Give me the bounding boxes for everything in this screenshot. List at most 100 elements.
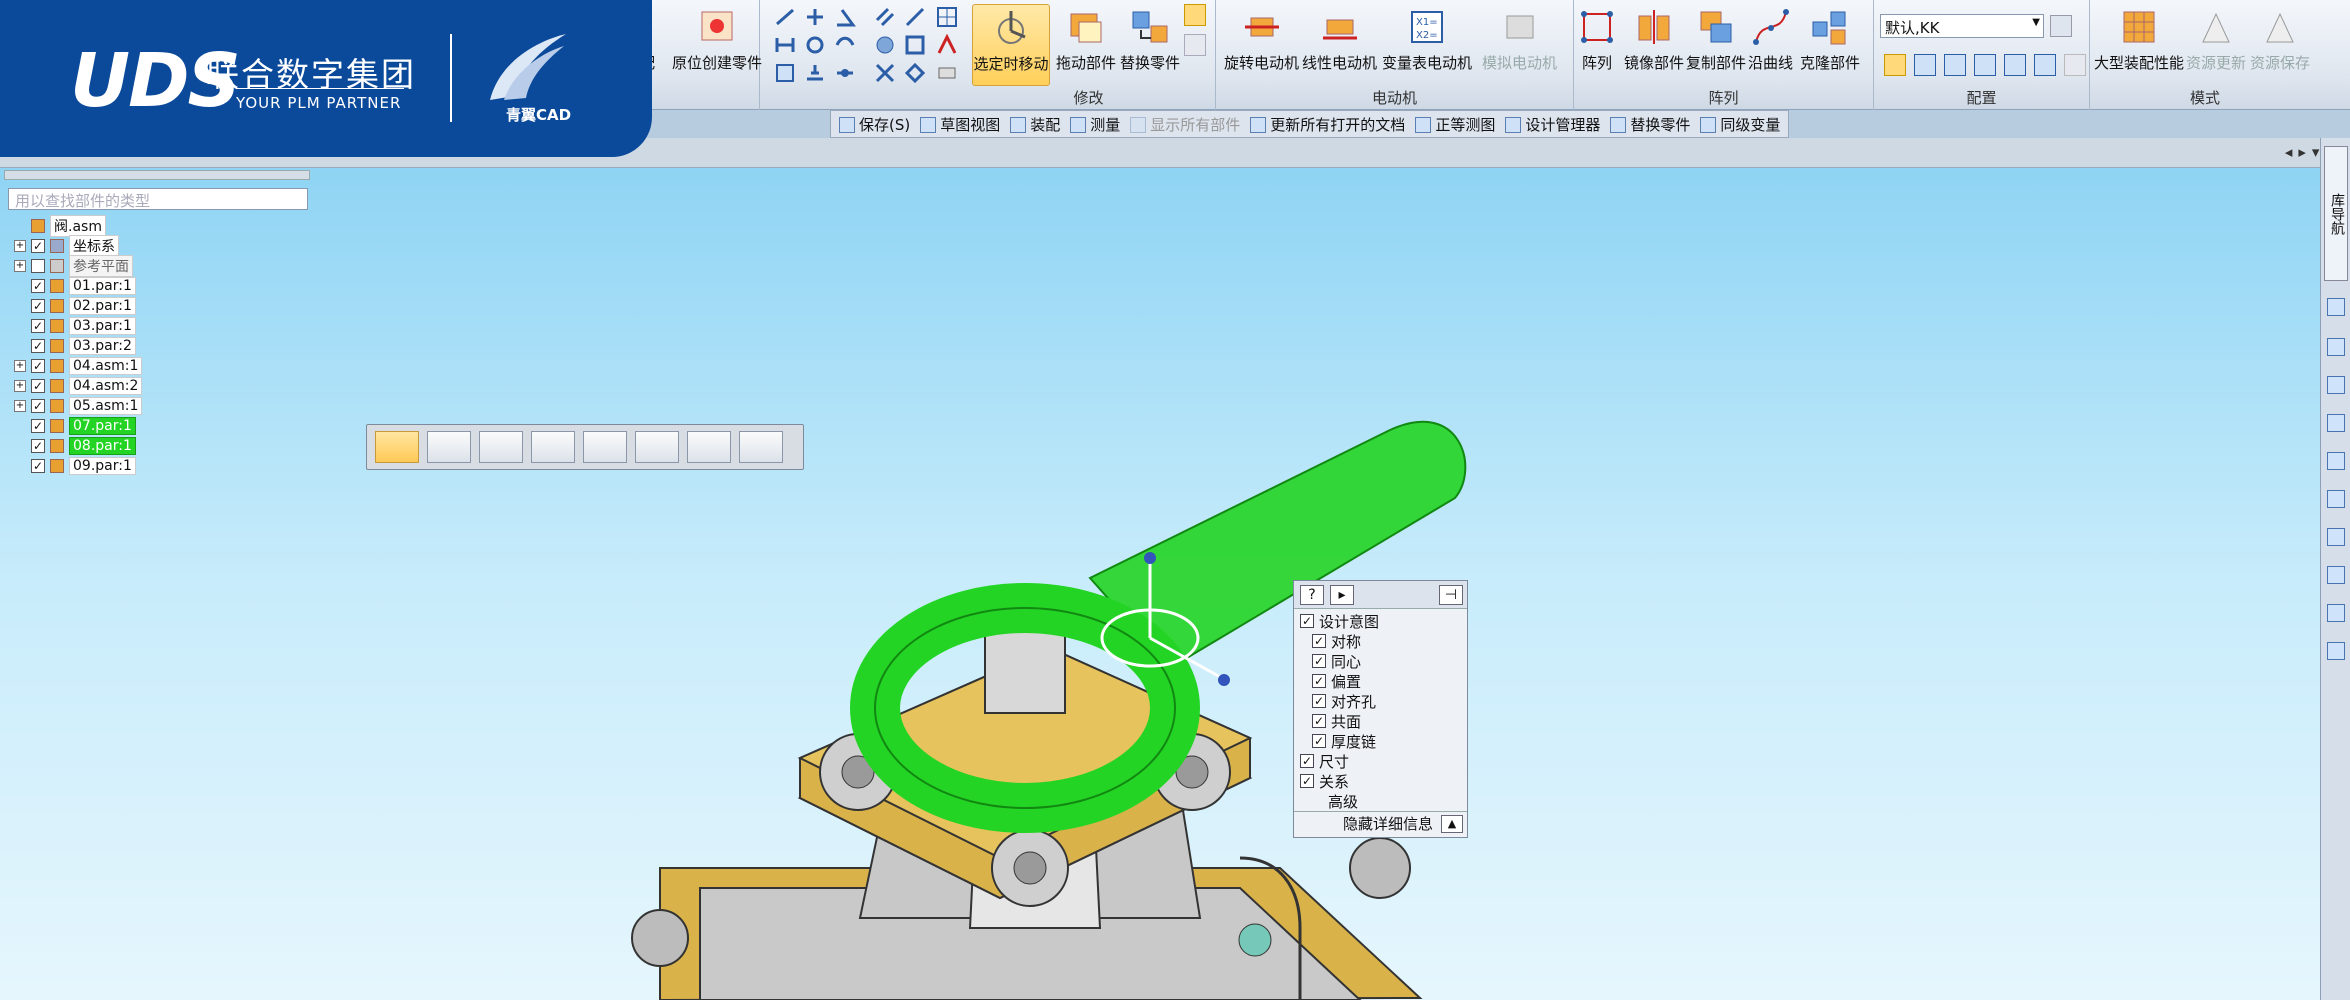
pane-splitter[interactable] <box>4 170 310 180</box>
checkbox[interactable] <box>31 258 45 273</box>
expand-icon[interactable]: + <box>14 239 26 252</box>
config-disabled-icon[interactable] <box>2064 54 2086 76</box>
gear-icon[interactable] <box>2327 642 2345 660</box>
filter-icon[interactable] <box>2034 54 2056 76</box>
update-all-docs-button[interactable]: 更新所有打开的文档 <box>1250 114 1405 135</box>
checkbox[interactable]: ✓ <box>31 438 45 453</box>
checkbox[interactable]: ✓ <box>1300 754 1314 768</box>
parallel-icon[interactable] <box>874 6 896 28</box>
checkbox[interactable]: ✓ <box>31 318 45 333</box>
3d-viewport[interactable] <box>0 168 2320 1000</box>
tree-row[interactable]: ✓ 08.par:1 <box>14 436 136 455</box>
config-new-icon[interactable] <box>1914 54 1936 76</box>
checkbox[interactable]: ✓ <box>31 278 45 293</box>
edit-definition-icon[interactable] <box>1184 4 1206 26</box>
intent-relations-row[interactable]: ✓ 关系 <box>1300 771 1349 791</box>
valve-model[interactable] <box>0 168 2320 1000</box>
tree-row[interactable]: ✓ 09.par:1 <box>14 456 136 475</box>
checkbox[interactable]: ✓ <box>1300 614 1314 628</box>
dots-icon[interactable] <box>2327 566 2345 584</box>
intent-concentric-row[interactable]: ✓ 同心 <box>1312 651 1361 671</box>
large-assembly-button[interactable]: 大型装配性能 <box>2094 4 2184 86</box>
resource-update-button[interactable]: 资源更新 <box>2186 4 2246 86</box>
create-in-place-button[interactable]: 原位创建零件 <box>672 4 762 86</box>
expand-icon[interactable]: + <box>14 359 26 372</box>
help-icon[interactable]: ? <box>1300 585 1324 605</box>
tree-row[interactable]: + ✓ 坐标系 <box>14 234 119 257</box>
intent-dimensions-row[interactable]: ✓ 尺寸 <box>1300 751 1349 771</box>
flip-icon[interactable] <box>804 6 826 28</box>
checkbox[interactable]: ✓ <box>31 458 45 473</box>
simulate-motor-button[interactable]: 模拟电动机 <box>1482 4 1557 86</box>
expand-icon[interactable]: + <box>14 399 26 412</box>
checkbox[interactable]: ✓ <box>31 398 45 413</box>
cam-icon[interactable] <box>904 34 926 56</box>
direction-dropdown[interactable] <box>635 431 679 463</box>
insert-icon[interactable] <box>804 34 826 56</box>
tree-row[interactable]: + ✓ 04.asm:1 <box>14 356 143 375</box>
angle-icon[interactable] <box>834 6 856 28</box>
tree-row[interactable]: ✓ 01.par:1 <box>14 276 136 295</box>
rigid-icon[interactable] <box>774 62 796 84</box>
clone-component-button[interactable]: 克隆部件 <box>1800 4 1860 86</box>
save-button[interactable]: 保存(S) <box>839 114 910 135</box>
add-part-button[interactable] <box>479 431 523 463</box>
tangent-icon[interactable] <box>834 34 856 56</box>
tree-row[interactable]: ✓ 03.par:2 <box>14 336 136 355</box>
hide-details-button[interactable]: 隐藏详细信息 ▲ <box>1294 811 1467 837</box>
move-selected-button[interactable]: 选定时移动 <box>972 4 1050 86</box>
replace-part-quick-button[interactable]: 替换零件 <box>1610 114 1690 135</box>
checkbox[interactable]: ✓ <box>1312 694 1326 708</box>
variable-table-motor-button[interactable]: X1= X2= 变量表电动机 <box>1382 4 1472 86</box>
select-component-button[interactable] <box>375 431 419 463</box>
expand-icon[interactable]: + <box>14 379 26 392</box>
checkbox[interactable]: ✓ <box>31 378 45 393</box>
config-open-icon[interactable] <box>1884 54 1906 76</box>
video-icon[interactable] <box>2327 338 2345 356</box>
copy-mode-button[interactable] <box>427 431 471 463</box>
help-icon[interactable] <box>2327 528 2345 546</box>
drag-component-button[interactable]: 拖动部件 <box>1056 4 1116 86</box>
checkbox[interactable]: ✓ <box>1312 714 1326 728</box>
path-icon[interactable] <box>936 34 958 56</box>
checkbox[interactable]: ✓ <box>1312 634 1326 648</box>
intent-offset-row[interactable]: ✓ 偏置 <box>1312 671 1361 691</box>
design-manager-button[interactable]: 设计管理器 <box>1505 114 1600 135</box>
checkbox[interactable]: ✓ <box>31 238 45 253</box>
tree-row[interactable]: + ✓ 04.asm:2 <box>14 376 143 395</box>
intent-thickness-chain-row[interactable]: ✓ 厚度链 <box>1312 731 1376 751</box>
options-button[interactable] <box>583 431 627 463</box>
isometric-button[interactable]: 正等测图 <box>1415 114 1495 135</box>
mirror-component-button[interactable]: 镜像部件 <box>1624 4 1684 86</box>
alignment-dropdown[interactable] <box>687 431 731 463</box>
tree-search-input[interactable]: 用以查找部件的类型 <box>8 188 308 210</box>
ground-icon[interactable] <box>804 62 826 84</box>
tree-row[interactable]: + 参考平面 <box>14 254 133 277</box>
config-zone-icon[interactable] <box>1974 54 1996 76</box>
center-plane-icon[interactable] <box>904 62 926 84</box>
relocate-icon[interactable] <box>1184 34 1206 56</box>
connect-icon[interactable] <box>834 62 856 84</box>
along-curve-button[interactable]: 沿曲线 <box>1748 4 1793 86</box>
move-part-button[interactable] <box>531 431 575 463</box>
resource-save-button[interactable]: 资源保存 <box>2250 4 2310 86</box>
peer-variable-button[interactable]: 同级变量 <box>1700 114 1780 135</box>
checkbox[interactable]: ✓ <box>1312 734 1326 748</box>
pin-icon[interactable]: ⊣ <box>1439 585 1463 605</box>
dim-icon[interactable] <box>936 62 958 84</box>
layers-icon[interactable] <box>2327 298 2345 316</box>
tree-row[interactable]: ✓ 02.par:1 <box>14 296 136 315</box>
tree-row[interactable]: 阀.asm <box>14 214 106 237</box>
intent-symmetric-row[interactable]: ✓ 对称 <box>1312 631 1361 651</box>
share-icon[interactable] <box>2327 414 2345 432</box>
checkbox[interactable]: ✓ <box>31 298 45 313</box>
tree-row[interactable]: ✓ 03.par:1 <box>14 316 136 335</box>
measure-button[interactable]: 测量 <box>1070 114 1120 135</box>
linear-motor-button[interactable]: 线性电动机 <box>1302 4 1377 86</box>
sketch-view-button[interactable]: 草图视图 <box>920 114 1000 135</box>
mate-icon[interactable] <box>774 34 796 56</box>
intent-align-holes-row[interactable]: ✓ 对齐孔 <box>1312 691 1376 711</box>
camera-icon[interactable] <box>2004 54 2026 76</box>
intent-advanced-link[interactable]: 高级 <box>1328 791 1358 811</box>
library-tab[interactable]: 库导航 <box>2324 146 2348 281</box>
